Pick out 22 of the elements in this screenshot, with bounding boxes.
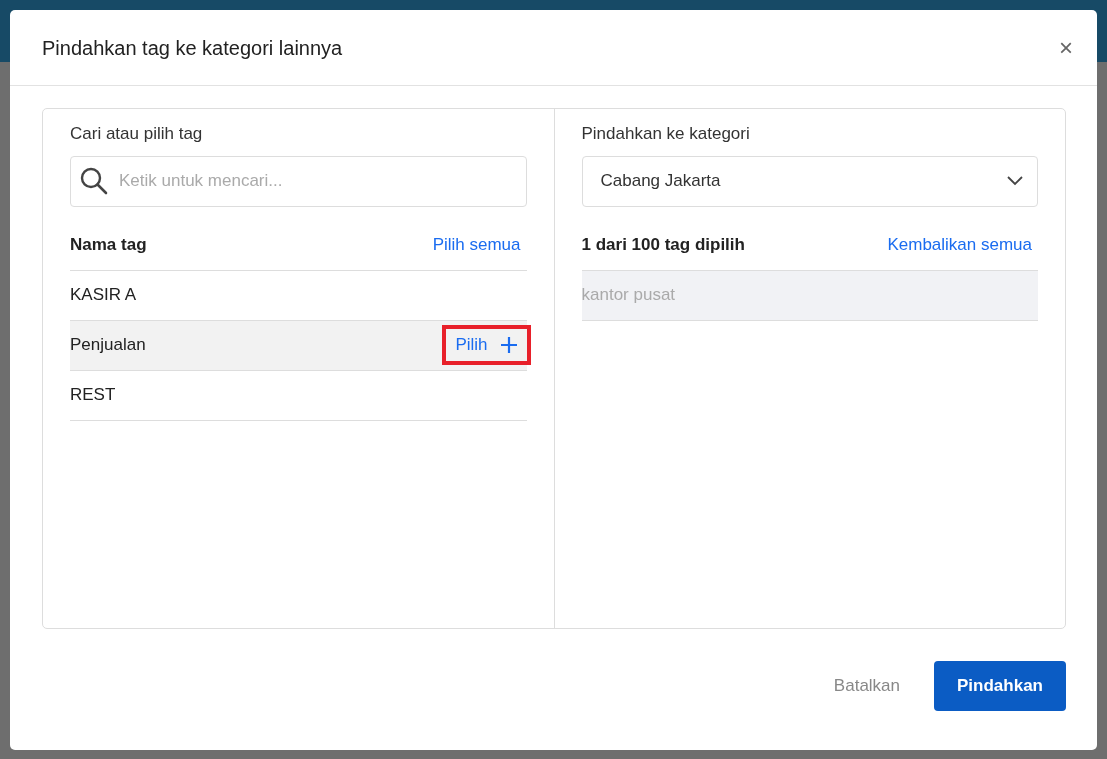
select-button[interactable]: Pilih: [443, 326, 530, 364]
close-button[interactable]: ×: [1055, 35, 1077, 60]
tag-name: REST: [70, 384, 116, 407]
plus-icon: [499, 336, 518, 354]
chevron-down-icon: [1007, 176, 1023, 186]
move-button[interactable]: Pindahkan: [934, 660, 1066, 711]
dialog-title: Pindahkan tag ke kategori lainnya: [42, 35, 343, 61]
tag-row[interactable]: REST: [70, 370, 527, 421]
cancel-button[interactable]: Batalkan: [809, 660, 925, 711]
tag-name: kantor pusat: [581, 284, 676, 307]
category-dropdown[interactable]: Cabang Jakarta: [581, 155, 1038, 207]
search-field[interactable]: Ketik untuk mencari...: [70, 155, 527, 207]
select-all-link[interactable]: Pilih semua: [432, 232, 527, 258]
tag-name: KASIR A: [70, 284, 137, 307]
selection-count: 1 dari 100 tag dipilih: [581, 234, 745, 257]
search-icon: [80, 166, 108, 195]
tag-name: Penjualan: [70, 334, 146, 357]
column-header: Nama tag: [70, 234, 147, 257]
tag-row[interactable]: KASIR A: [70, 270, 527, 321]
field-label: Cari atau pilih tag: [70, 123, 204, 145]
field-label: Pindahkan ke kategori: [581, 123, 751, 145]
restore-all-link[interactable]: Kembalikan semua: [887, 232, 1038, 258]
